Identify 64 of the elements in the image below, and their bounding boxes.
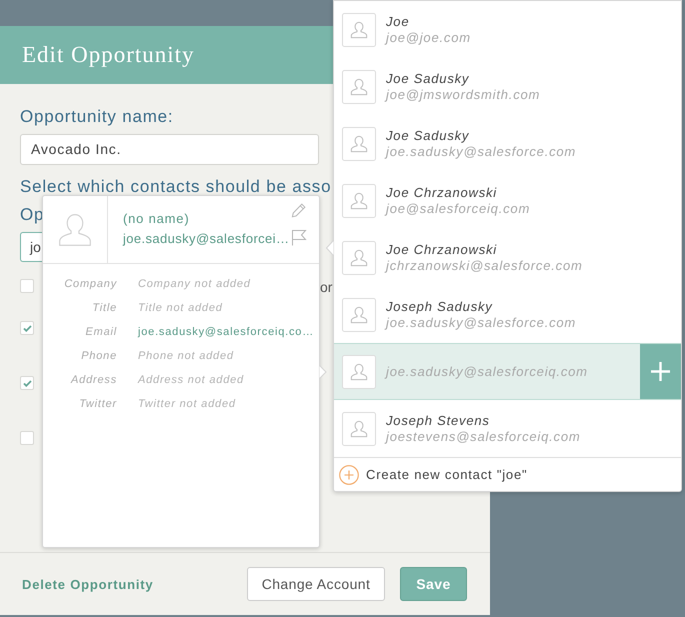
suggestion-name: Joe Chrzanowski	[386, 242, 497, 258]
plus-icon	[651, 362, 670, 381]
detail-value: Title not added	[138, 301, 223, 316]
suggestion-email: joe@salesforceiq.com	[386, 200, 530, 216]
suggestion-name: Joseph Stevens	[386, 412, 490, 428]
avatar-icon	[57, 212, 93, 248]
check-icon	[22, 324, 32, 332]
detail-value: Address not added	[138, 373, 244, 388]
detail-label: Phone	[80, 349, 117, 364]
contact-name: (no name)	[123, 210, 190, 228]
contact-suggestion[interactable]: Joe Chrzanowski jchrzanowski@salesforce.com	[334, 229, 681, 286]
detail-label: Address	[70, 373, 117, 388]
detail-label: Title	[91, 301, 117, 316]
avatar-icon	[342, 184, 376, 218]
suggestion-name: Joe Sadusky	[386, 70, 470, 86]
suggestion-email: jchrzanowski@salesforce.com	[386, 258, 583, 274]
contact-suggestion[interactable]: Joe Chrzanowski joe@salesforceiq.com	[334, 172, 681, 229]
check-icon	[22, 380, 32, 386]
checkbox[interactable]	[20, 321, 34, 335]
detail-label: Company	[63, 277, 117, 292]
checkbox[interactable]	[20, 279, 34, 293]
avatar-icon	[342, 298, 376, 332]
suggestion-name: Joe Chrzanowski	[386, 184, 497, 200]
avatar-icon	[342, 70, 376, 104]
suggestion-email: joe@joe.com	[386, 30, 471, 46]
avatar-icon	[342, 240, 376, 274]
checkbox[interactable]	[20, 431, 34, 445]
avatar-icon	[342, 412, 376, 446]
suggestion-email: joe.sadusky@salesforce.com	[386, 144, 576, 160]
detail-value: Company not added	[138, 277, 251, 292]
contact-suggestion[interactable]: Joe Sadusky joe@jmswordsmith.com	[334, 58, 681, 115]
detail-value: Phone not added	[138, 349, 234, 364]
name-input[interactable]: Avocado Inc.	[20, 134, 319, 165]
detail-value: Twitter not added	[138, 397, 236, 412]
suggestion-name: Joe Sadusky	[386, 128, 470, 144]
contact-suggestion[interactable]: Joseph Stevens joestevens@salesforceiq.com	[334, 400, 681, 457]
contact-suggestion[interactable]: Joe joe@joe.com	[334, 1, 681, 58]
pencil-icon[interactable]	[291, 203, 306, 218]
dialog-title: Edit Opportunity	[22, 42, 195, 68]
contact-email: joe.sadusky@salesforcei…	[123, 230, 290, 248]
suggestion-name: Joseph Sadusky	[386, 298, 493, 314]
avatar-icon	[342, 354, 376, 388]
contact-suggestion[interactable]: Joseph Sadusky joe.sadusky@salesforce.com	[334, 286, 681, 343]
avatar-icon	[342, 12, 376, 46]
prompt-text: Select which contacts should be asso	[20, 176, 332, 198]
detail-label: Email	[84, 325, 117, 340]
avatar-icon	[342, 126, 376, 160]
contact-row-text: or	[320, 279, 332, 295]
detail-label: Twitter	[78, 397, 117, 412]
change-account-button[interactable]: Change Account	[247, 567, 385, 601]
add-button[interactable]	[640, 344, 681, 399]
checkbox[interactable]	[20, 376, 34, 390]
flag-icon[interactable]	[291, 229, 307, 246]
suggestion-email: joe@jmswordsmith.com	[386, 86, 540, 102]
suggestion-email: joestevens@salesforceiq.com	[386, 428, 580, 444]
suggestion-name: Joe	[386, 14, 410, 30]
suggestion-email: joe.sadusky@salesforceiq.com	[386, 364, 588, 380]
plus-circle-icon	[339, 464, 359, 484]
prompt-text: Op	[20, 204, 44, 226]
contact-suggestion[interactable]: Joe Sadusky joe.sadusky@salesforce.com	[334, 115, 681, 172]
field-label: Opportunity name:	[20, 107, 174, 127]
contact-search-input[interactable]: jo	[20, 232, 42, 262]
suggestion-email: joe.sadusky@salesforce.com	[386, 314, 576, 330]
create-contact-option[interactable]: Create new contact "joe"	[334, 457, 681, 491]
